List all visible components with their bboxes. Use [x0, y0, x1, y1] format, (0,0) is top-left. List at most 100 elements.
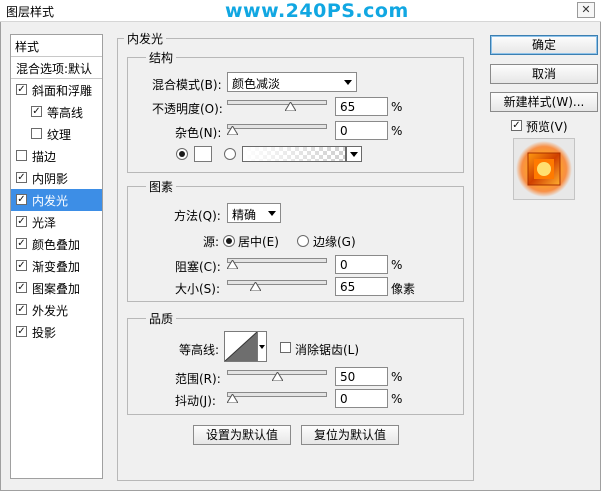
- choke-percent: %: [391, 258, 403, 272]
- style-list-header[interactable]: 样式: [11, 35, 102, 57]
- slider-thumb[interactable]: [285, 102, 296, 111]
- style-item[interactable]: ✓ 外发光: [11, 299, 102, 321]
- contour-curve-icon: [224, 331, 258, 362]
- style-item-checkbox[interactable]: ✓: [16, 260, 27, 271]
- opacity-input[interactable]: 65: [335, 97, 388, 116]
- style-item[interactable]: ✓ 内发光: [11, 189, 102, 211]
- style-item-checkbox[interactable]: [31, 128, 42, 139]
- reset-default-button[interactable]: 复位为默认值: [301, 425, 399, 445]
- slider-thumb[interactable]: [227, 126, 238, 135]
- choke-input[interactable]: 0: [335, 255, 388, 274]
- slider-thumb[interactable]: [272, 372, 283, 381]
- style-item[interactable]: ✓ 斜面和浮雕: [11, 79, 102, 101]
- gradient-dropdown-icon[interactable]: [346, 146, 362, 162]
- preview-checkbox[interactable]: ✓: [511, 120, 522, 131]
- cancel-button[interactable]: 取消: [490, 64, 598, 84]
- style-item-checkbox[interactable]: [16, 150, 27, 161]
- style-item-checkbox[interactable]: ✓: [16, 304, 27, 315]
- opacity-slider[interactable]: [227, 97, 327, 111]
- panel-title: 内发光: [124, 30, 167, 47]
- style-item-label: 颜色叠加: [32, 238, 81, 252]
- set-default-button[interactable]: 设置为默认值: [193, 425, 291, 445]
- noise-input[interactable]: 0: [335, 121, 388, 140]
- source-label: 源:: [203, 235, 220, 249]
- style-item[interactable]: ✓ 光泽: [11, 211, 102, 233]
- noise-label: 杂色(N):: [175, 126, 222, 140]
- contour-dropdown-icon[interactable]: [258, 331, 267, 362]
- slider-track: [227, 280, 327, 285]
- style-item[interactable]: 描边: [11, 145, 102, 167]
- range-percent: %: [391, 370, 403, 384]
- slider-thumb[interactable]: [227, 394, 238, 403]
- style-item-label: 渐变叠加: [32, 260, 81, 274]
- style-item-label: 外发光: [32, 304, 69, 318]
- gradient-preview[interactable]: [242, 146, 346, 162]
- style-item[interactable]: ✓ 颜色叠加: [11, 233, 102, 255]
- style-item[interactable]: ✓ 投影: [11, 321, 102, 343]
- gradient-radio[interactable]: [224, 148, 236, 160]
- style-item[interactable]: ✓ 内阴影: [11, 167, 102, 189]
- structure-title: 结构: [146, 49, 177, 66]
- jitter-input-value: 0: [340, 392, 348, 406]
- slider-track: [227, 392, 327, 397]
- style-item-checkbox[interactable]: ✓: [16, 282, 27, 293]
- style-item[interactable]: ✓ 渐变叠加: [11, 255, 102, 277]
- style-item-label: 光泽: [32, 216, 57, 230]
- style-item-label: 纹理: [47, 128, 72, 142]
- style-item-checkbox[interactable]: ✓: [16, 238, 27, 249]
- elements-title: 图素: [146, 178, 177, 195]
- jitter-label: 抖动(J):: [175, 394, 216, 408]
- source-center-label[interactable]: 居中(E): [238, 233, 279, 250]
- method-select[interactable]: 精确: [227, 203, 281, 223]
- noise-percent: %: [391, 124, 403, 138]
- window-title: 图层样式: [6, 5, 55, 19]
- range-input[interactable]: 50: [335, 367, 388, 386]
- new-style-button[interactable]: 新建样式(W)...: [490, 92, 598, 112]
- source-edge-label[interactable]: 边缘(G): [313, 233, 356, 250]
- preview-label[interactable]: 预览(V): [526, 118, 568, 135]
- style-item-label: 图案叠加: [32, 282, 81, 296]
- watermark-text: www.240PS.com: [225, 0, 409, 22]
- style-item-checkbox[interactable]: ✓: [16, 172, 27, 183]
- jitter-input[interactable]: 0: [335, 389, 388, 408]
- source-edge-radio[interactable]: [297, 235, 309, 247]
- close-icon[interactable]: ✕: [577, 2, 595, 18]
- slider-thumb[interactable]: [250, 282, 261, 291]
- antialias-label[interactable]: 消除锯齿(L): [295, 341, 359, 358]
- contour-picker[interactable]: [224, 331, 258, 362]
- range-slider[interactable]: [227, 367, 327, 381]
- slider-track: [227, 258, 327, 263]
- style-item-checkbox[interactable]: ✓: [16, 84, 27, 95]
- jitter-slider[interactable]: [227, 389, 327, 403]
- style-item-checkbox[interactable]: ✓: [31, 106, 42, 117]
- slider-thumb[interactable]: [227, 260, 238, 269]
- style-item[interactable]: ✓ 等高线: [11, 101, 102, 123]
- noise-slider[interactable]: [227, 121, 327, 135]
- glow-color-swatch[interactable]: [194, 146, 212, 162]
- blending-options-item[interactable]: 混合选项:默认: [11, 57, 102, 79]
- range-label: 范围(R):: [175, 372, 221, 386]
- slider-track: [227, 100, 327, 105]
- style-list: 样式 混合选项:默认 ✓ 斜面和浮雕 ✓ 等高线 纹理 描边 ✓ 内阴影 ✓ 内发光 ✓ 光泽 ✓ 颜色叠…: [10, 34, 103, 479]
- size-input[interactable]: 65: [335, 277, 388, 296]
- blending-options-label: 混合选项:默认: [16, 62, 93, 76]
- style-item-label: 内发光: [32, 194, 69, 208]
- antialias-checkbox[interactable]: [280, 342, 291, 353]
- style-item-checkbox[interactable]: ✓: [16, 326, 27, 337]
- choke-slider[interactable]: [227, 255, 327, 269]
- ok-button[interactable]: 确定: [490, 35, 598, 55]
- size-slider[interactable]: [227, 277, 327, 291]
- solid-color-radio[interactable]: [176, 148, 188, 160]
- method-label: 方法(Q):: [174, 209, 221, 223]
- preview-glow-icon: [516, 141, 572, 197]
- quality-title: 品质: [146, 310, 177, 327]
- style-item-checkbox[interactable]: ✓: [16, 194, 27, 205]
- style-item-label: 投影: [32, 326, 57, 340]
- source-center-radio[interactable]: [223, 235, 235, 247]
- size-input-value: 65: [340, 280, 356, 294]
- style-item-checkbox[interactable]: ✓: [16, 216, 27, 227]
- style-item[interactable]: ✓ 图案叠加: [11, 277, 102, 299]
- style-item[interactable]: 纹理: [11, 123, 102, 145]
- blend-mode-select[interactable]: 颜色减淡: [227, 72, 357, 92]
- title-bar: 图层样式 www.240PS.com ✕: [0, 0, 601, 22]
